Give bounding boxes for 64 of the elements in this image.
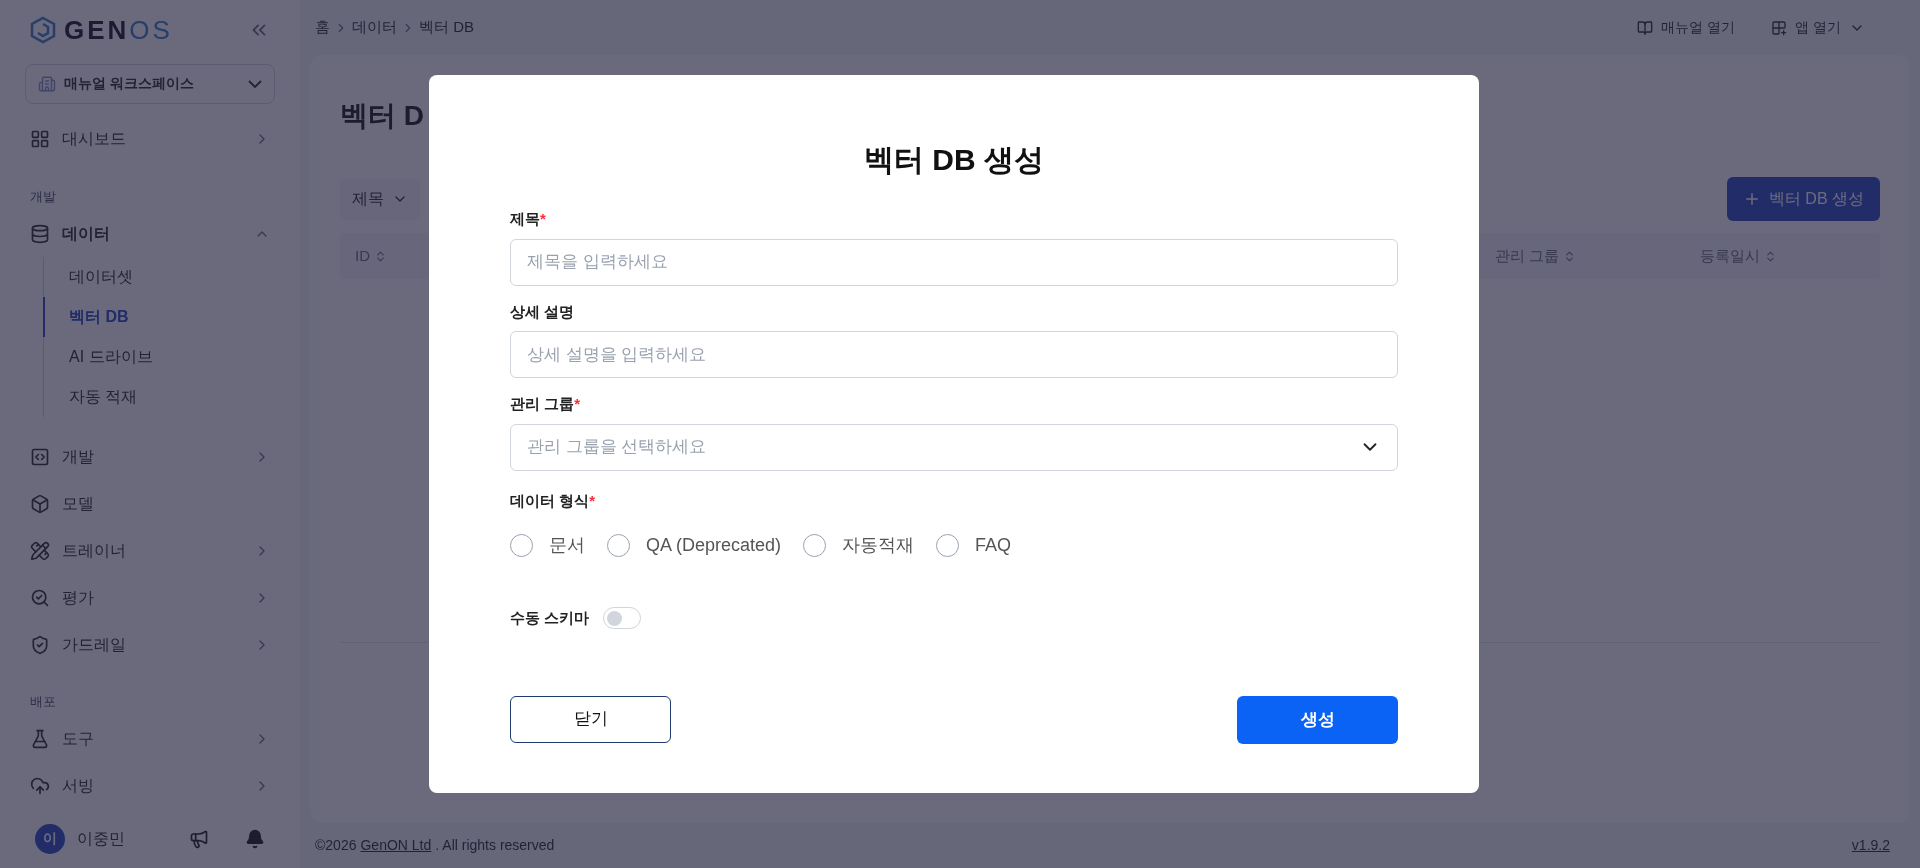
magnifier-check-icon <box>30 587 50 608</box>
toggle-label: 수동 스키마 <box>510 608 590 628</box>
nav-item[interactable]: 대시보드 <box>0 115 300 163</box>
database-icon <box>30 223 50 244</box>
page-title: 벡터 D <box>340 99 425 133</box>
close-button[interactable]: 닫기 <box>510 695 671 743</box>
input-field[interactable]: 제목을 입력하세요 <box>510 238 1398 286</box>
bell-icon[interactable] <box>245 828 265 849</box>
rights-text: . All rights reserved <box>435 836 556 855</box>
copyright-text: ©2026 <box>315 836 357 855</box>
toggle-switch[interactable] <box>603 607 642 630</box>
workspace-select[interactable]: 매뉴얼 워크스페이스 <box>25 64 275 104</box>
radio-option[interactable]: QA (Deprecated) <box>607 532 782 559</box>
nav-item[interactable]: 데이터 <box>0 210 300 257</box>
radio-option[interactable]: FAQ <box>936 532 1012 559</box>
input-field[interactable]: 상세 설명을 입력하세요 <box>510 331 1398 378</box>
flask-icon <box>30 729 50 749</box>
nav-subitem[interactable]: 데이터셋 <box>43 257 300 297</box>
radio-option[interactable]: 자동적재 <box>803 532 915 559</box>
nav-item[interactable]: 도구 <box>0 715 300 763</box>
sort-icon <box>1764 249 1777 263</box>
apps-icon <box>1771 19 1788 36</box>
breadcrumb-link[interactable]: 홈 <box>315 16 330 39</box>
nav-subitem[interactable]: AI 드라이브 <box>43 337 300 377</box>
nav-item[interactable]: 가드레일 <box>0 621 300 668</box>
nav-item[interactable]: 서빙 <box>0 762 300 810</box>
manual-link[interactable]: 매뉴얼 열기 <box>1637 17 1736 38</box>
pencil-ruler-icon <box>30 540 50 561</box>
grid-icon <box>30 129 50 149</box>
sort-icon <box>374 249 387 263</box>
user-avatar[interactable]: 이 <box>35 823 65 854</box>
company-link[interactable]: GenON Ltd <box>360 835 432 856</box>
shield-check-icon <box>30 634 50 655</box>
book-icon <box>1637 19 1654 36</box>
version-link[interactable]: v1.9.2 <box>1851 835 1890 856</box>
field-label: 상세 설명 <box>510 301 576 322</box>
nav-item[interactable]: 트레이너 <box>0 527 300 574</box>
user-name: 이중민 <box>77 828 126 849</box>
logo-text: GENOS <box>64 13 173 47</box>
breadcrumb-link[interactable]: 데이터 <box>352 16 397 39</box>
breadcrumb-link[interactable]: 벡터 DB <box>419 16 474 39</box>
create-button[interactable]: 벡터 DB 생성 <box>1726 177 1880 221</box>
cloud-upload-icon <box>30 776 50 796</box>
select-field[interactable]: 관리 그룹을 선택하세요 <box>510 423 1398 471</box>
create-button[interactable]: 생성 <box>1237 695 1398 744</box>
section-label: 배포 <box>29 693 57 711</box>
nav-item[interactable]: 개발 <box>0 433 300 480</box>
chevron-down-icon <box>248 79 262 88</box>
nav-item[interactable]: 평가 <box>0 574 300 621</box>
field-label: 데이터 형식* <box>510 490 596 511</box>
building-icon <box>38 74 56 93</box>
code-icon <box>30 446 50 467</box>
apps-menu[interactable]: 앱 열기 <box>1771 17 1865 38</box>
nav-subitem[interactable]: 자동 적재 <box>43 377 300 417</box>
section-label: 개발 <box>29 187 57 206</box>
dialog-title: 벡터 DB 생성 <box>863 142 1045 178</box>
radio-option[interactable]: 문서 <box>510 532 585 559</box>
megaphone-icon[interactable] <box>189 828 209 849</box>
nav-item[interactable]: 모델 <box>0 480 300 527</box>
filter-select[interactable]: 제목 <box>340 178 420 220</box>
logo-icon <box>30 16 56 45</box>
cube-icon <box>30 493 50 514</box>
field-label: 제목* <box>510 209 547 229</box>
field-label: 관리 그룹* <box>510 394 581 414</box>
